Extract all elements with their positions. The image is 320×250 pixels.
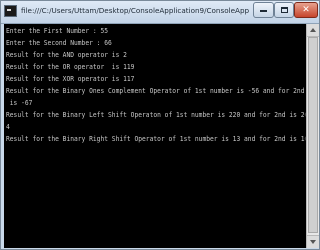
title-bar[interactable]: file:///C:/Users/Uttam/Desktop/ConsoleAp… <box>1 1 319 24</box>
console-line: Result for the XOR operator is 117 <box>6 74 135 83</box>
console-line: Enter the Second Number : 66 <box>6 38 112 47</box>
console-line: Result for the Binary Ones Complement Op… <box>6 86 305 95</box>
minimize-icon <box>260 10 267 12</box>
console-line: Enter the First Number : 55 <box>6 26 109 35</box>
console-line: 4 <box>6 122 10 131</box>
maximize-button[interactable] <box>274 2 294 18</box>
scroll-thumb[interactable] <box>308 37 318 233</box>
console-line: Result for the AND operator is 2 <box>6 50 127 59</box>
window-title: file:///C:/Users/Uttam/Desktop/ConsoleAp… <box>21 6 249 15</box>
maximize-icon <box>280 6 288 13</box>
console-line: is -67 <box>6 98 33 107</box>
console-output[interactable]: Enter the First Number : 55 Enter the Se… <box>4 24 306 248</box>
console-line: Result for the Binary Left Shift Operato… <box>6 110 306 119</box>
minimize-button[interactable] <box>253 2 274 18</box>
console-line: Result for the Binary Right Shift Operat… <box>6 134 306 143</box>
close-button[interactable]: ✕ <box>294 2 318 18</box>
scroll-down-arrow-icon[interactable] <box>307 235 319 248</box>
console-line: Result for the OR operator is 119 <box>6 62 135 71</box>
scroll-up-arrow-icon[interactable] <box>307 24 319 37</box>
vertical-scrollbar[interactable] <box>306 24 319 248</box>
close-icon: ✕ <box>302 5 310 15</box>
console-window: file:///C:/Users/Uttam/Desktop/ConsoleAp… <box>0 0 320 250</box>
console-app-icon[interactable] <box>4 5 17 17</box>
